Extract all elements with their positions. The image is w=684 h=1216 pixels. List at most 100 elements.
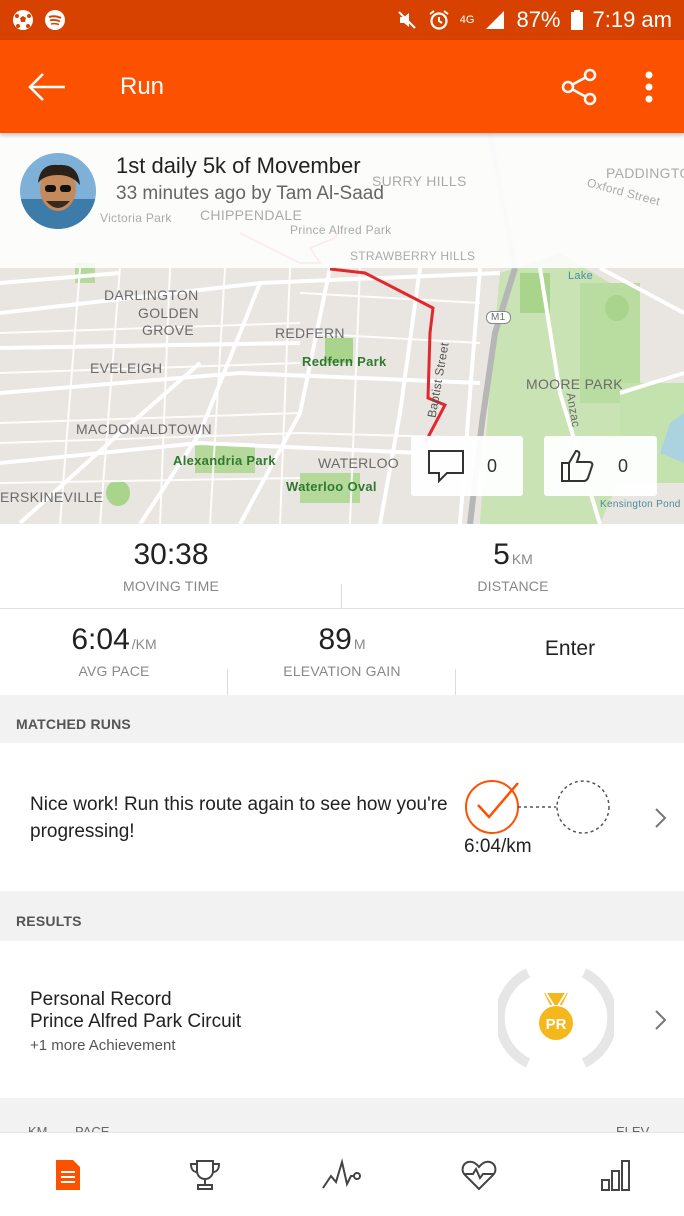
avg-pace-value: 6:04 [71,623,130,656]
battery-icon [570,10,583,30]
comment-count: 0 [487,455,498,476]
map-label: STRAWBERRY HILLS [350,249,476,263]
map-label: Waterloo Oval [286,479,377,494]
more-vert-icon [645,71,653,102]
stat-elevation: 89 M ELEVATION GAIN [228,623,456,679]
result-more: +1 more Achievement [30,1037,176,1054]
back-button[interactable] [2,40,92,133]
heart-rate-icon [461,1160,497,1190]
pr-medal-icon: PR [498,968,614,1068]
map-label: EVELEIGH [90,360,163,376]
avatar-photo [20,153,96,229]
map-label: CHIPPENDALE [200,207,303,223]
splits-table-header: KM PACE ELEV [0,1100,684,1132]
moving-time-value: 30:38 [133,538,209,571]
comment-icon [428,450,464,483]
nav-fitness[interactable] [410,1133,547,1216]
stats-primary: 30:38 MOVING TIME 5 KM DISTANCE [0,524,684,609]
nav-feed[interactable] [0,1133,137,1216]
map-label: MOORE PARK [526,376,623,392]
stat-avg-pace: 6:04/KM AVG PACE [0,623,228,679]
enter-perceived-exertion-button[interactable]: Enter [456,637,684,661]
map-label: MACDONALDTOWN [76,421,212,437]
splits-elev-header: ELEV [616,1124,650,1132]
map-label: Kensington Pond [600,499,681,510]
result-segment: Prince Alfred Park Circuit [30,1011,242,1032]
signal-icon [486,11,505,29]
alarm-icon [429,10,449,30]
map-label: WATERLOO [318,455,399,471]
distance-label: DISTANCE [477,578,549,594]
avg-pace-label: AVG PACE [78,663,150,679]
kudos-count: 0 [618,455,629,476]
results-card[interactable]: Personal Record Prince Alfred Park Circu… [0,941,684,1098]
elevation-unit: M [353,636,366,652]
matched-runs-card[interactable]: Nice work! Run this route again to see h… [0,743,684,891]
nav-challenges[interactable] [137,1133,274,1216]
map-label: Redfern Park [302,354,387,369]
matched-runs-graphic [465,780,610,834]
map-label: Alexandria Park [173,453,276,468]
bar-chart-icon [600,1159,630,1191]
matched-pace: 6:04/km [464,836,532,857]
moving-time-label: MOVING TIME [122,578,220,594]
avatar[interactable] [20,153,96,229]
trophy-icon [190,1159,221,1190]
feed-icon [56,1159,81,1190]
page-title: Run [120,72,165,100]
elevation-label: ELEVATION GAIN [283,663,401,679]
elevation-value: 89 [318,623,352,656]
share-button[interactable] [544,40,614,133]
clock: 7:19 am [592,7,673,32]
matched-runs-heading: MATCHED RUNS [0,700,684,748]
map-label: PADDINGTON [606,165,684,181]
result-text: Personal Record Prince Alfred Park Circu… [30,989,241,1054]
map-label: Prince Alfred Park [290,223,392,237]
activity-subtitle: 33 minutes ago by Tam Al-Saad [116,183,384,204]
map-label: Lake [568,270,594,282]
avg-pace-unit: /KM [131,636,157,652]
distance-unit: KM [511,551,533,567]
map-label: SURRY HILLS [372,173,467,189]
splits-pace-header: PACE [75,1124,110,1132]
map-label: Victoria Park [100,211,172,225]
activity-graph-icon [322,1157,361,1189]
overflow-menu-button[interactable] [614,40,684,133]
status-bar: 4G 87% 7:19 am [0,0,684,40]
kudos-button[interactable]: 0 [544,436,657,496]
spotify-icon [45,10,65,30]
thumbs-up-icon [561,449,594,482]
splits-km-header: KM [28,1124,48,1132]
map-label: ERSKINEVILLE [0,489,104,505]
stats-secondary: 6:04/KM AVG PACE 89 M ELEVATION GAIN Ente… [0,609,684,695]
network-type: 4G [459,14,475,26]
matched-runs-text: Nice work! Run this route again to see h… [30,794,448,842]
soccer-ball-icon [13,10,33,30]
map-label: REDFERN [275,325,345,341]
nav-training[interactable] [274,1133,411,1216]
map-label: DARLINGTON [104,287,199,303]
pr-badge-text: PR [546,1016,567,1033]
comment-button[interactable]: 0 [411,436,523,496]
activity-header: Victoria Park CHIPPENDALE Prince Alfred … [0,133,684,268]
map-label: GOLDEN [138,305,199,321]
map-label: GROVE [142,322,195,338]
bottom-navigation [0,1132,684,1216]
chevron-right-icon [655,808,667,828]
app-bar: Run [0,40,684,133]
arrow-back-icon [28,72,65,101]
route-map[interactable]: DARLINGTON GOLDEN GROVE EVELEIGH REDFERN… [0,133,684,524]
motorway-shield: M1 [486,311,511,324]
result-title: Personal Record [30,989,172,1010]
activity-title[interactable]: 1st daily 5k of Movember [116,153,361,179]
divider [455,669,456,695]
battery-percent: 87% [516,7,561,32]
stat-moving-time: 30:38 MOVING TIME [0,538,342,594]
share-icon [561,68,597,105]
nav-profile[interactable] [547,1133,684,1216]
chevron-right-icon [655,1010,667,1030]
results-heading: RESULTS [0,897,684,945]
distance-value: 5 [493,538,510,571]
stat-distance: 5 KM DISTANCE [342,538,684,594]
mute-icon [398,11,416,29]
